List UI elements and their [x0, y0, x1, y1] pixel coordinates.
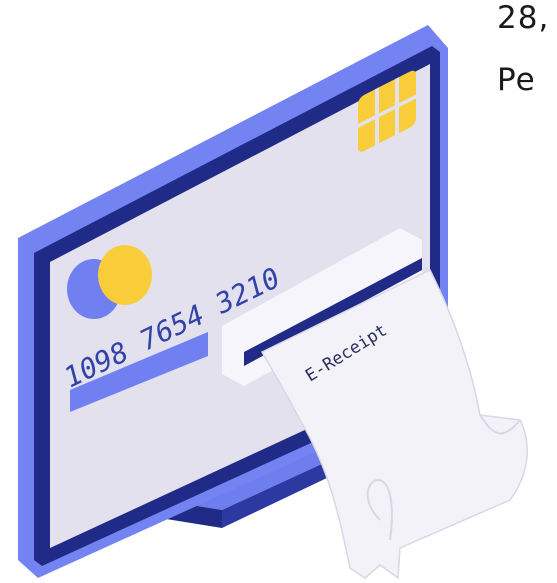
payment-illustration: 1098 7654 3210 E-Receipt	[18, 25, 528, 580]
